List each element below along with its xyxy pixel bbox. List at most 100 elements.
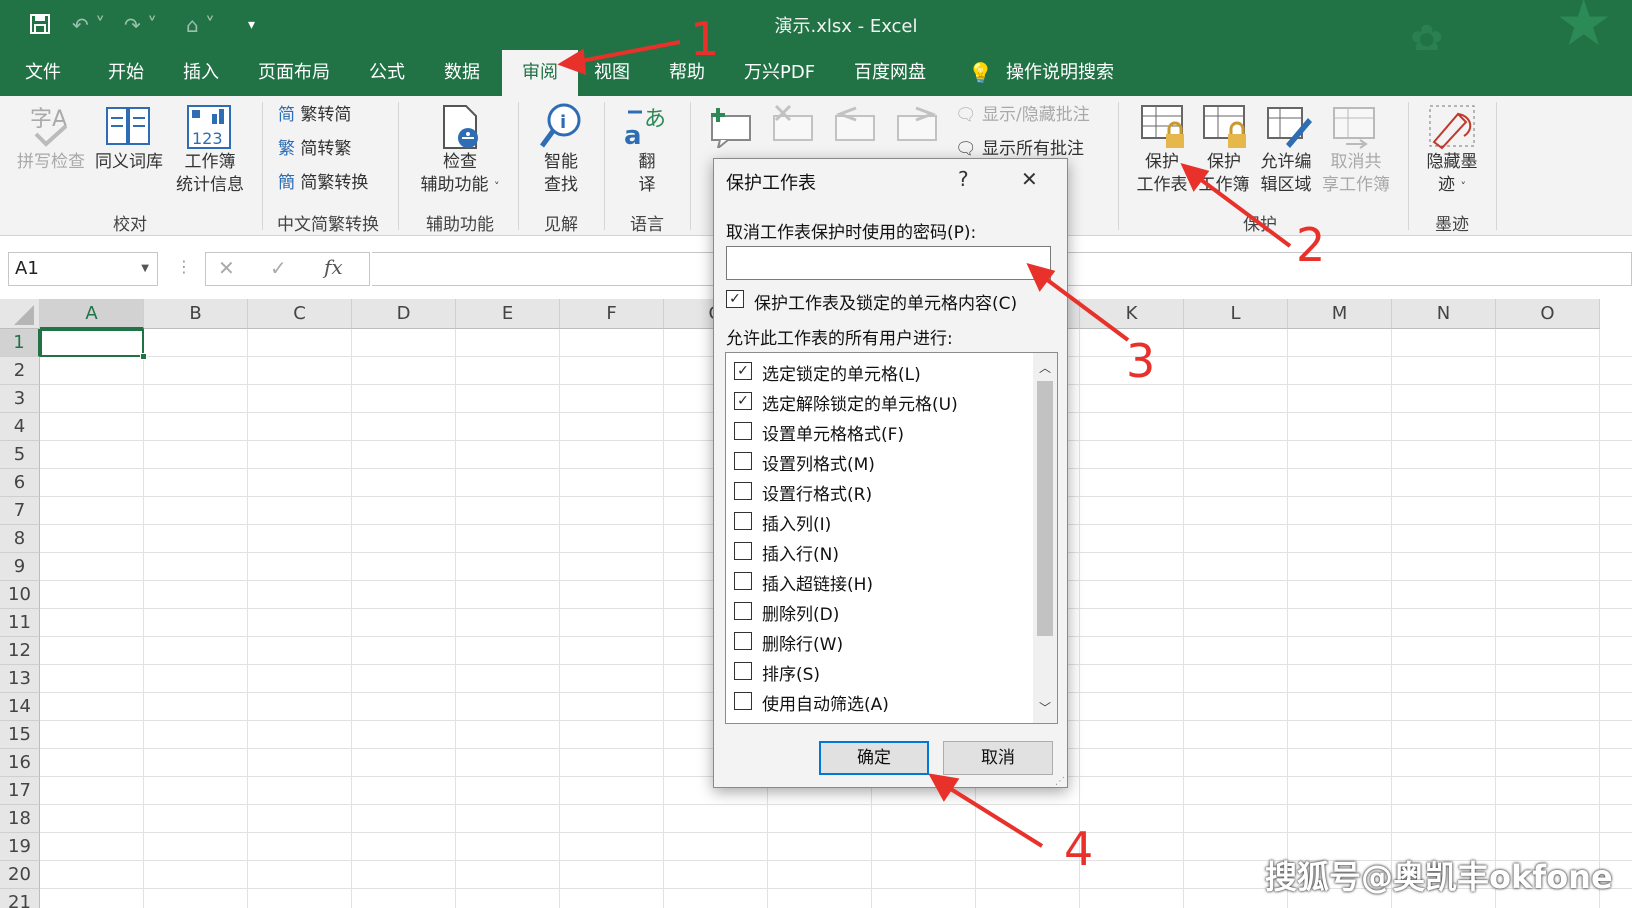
permission-item[interactable]: 设置列格式(M) [726, 447, 1026, 475]
next-comment-icon[interactable] [894, 104, 940, 152]
row-header-12[interactable]: 12 [0, 637, 40, 665]
permission-item[interactable]: 设置单元格格式(F) [726, 417, 1026, 445]
chevron-down-icon[interactable]: ▼ [141, 253, 149, 285]
permission-item[interactable]: 删除列(D) [726, 597, 1026, 625]
permission-checkbox[interactable] [734, 572, 752, 590]
previous-comment-icon[interactable] [832, 104, 878, 152]
hide-ink-label-2-wrap[interactable]: 迹 ˅ [1412, 174, 1492, 198]
chinese-convert-button[interactable]: 簡 简繁转换 [278, 172, 368, 194]
permission-checkbox[interactable] [734, 482, 752, 500]
to-simplified-button[interactable]: 简 繁转简 [278, 104, 351, 126]
permission-checkbox[interactable] [734, 542, 752, 560]
row-header-4[interactable]: 4 [0, 413, 40, 441]
permission-checkbox[interactable]: ✓ [734, 392, 752, 410]
scroll-up-icon[interactable]: ︿ [1033, 359, 1057, 376]
list-scrollbar[interactable]: ︿ ﹀ [1033, 353, 1057, 723]
row-header-17[interactable]: 17 [0, 777, 40, 805]
permission-checkbox[interactable] [734, 512, 752, 530]
column-header-m[interactable]: M [1288, 299, 1392, 329]
name-box[interactable]: A1 ▼ [8, 252, 158, 286]
delete-comment-icon[interactable] [770, 104, 816, 152]
permission-item[interactable]: ✓ 选定锁定的单元格(L) [726, 357, 1026, 385]
column-header-o[interactable]: O [1496, 299, 1600, 329]
permission-item[interactable]: 插入超链接(H) [726, 567, 1026, 595]
permission-checkbox[interactable] [734, 692, 752, 710]
row-header-11[interactable]: 11 [0, 609, 40, 637]
column-header-k[interactable]: K [1080, 299, 1184, 329]
row-header-7[interactable]: 7 [0, 497, 40, 525]
show-all-comments-button[interactable]: 🗨 显示所有批注 [955, 138, 1084, 160]
permission-checkbox[interactable] [734, 602, 752, 620]
check-accessibility-label-2[interactable]: 辅助功能 ˅ [410, 174, 510, 198]
unshare-workbook-label-2[interactable]: 享工作簿 [1314, 174, 1398, 196]
scroll-thumb[interactable] [1037, 381, 1053, 636]
new-comment-icon[interactable] [708, 104, 754, 152]
row-header-15[interactable]: 15 [0, 721, 40, 749]
thesaurus-button[interactable]: 同义词库 [92, 151, 166, 173]
allow-edit-ranges-label-1[interactable]: 允许编 [1248, 151, 1324, 173]
column-header-d[interactable]: D [352, 299, 456, 329]
fill-handle[interactable] [140, 353, 147, 360]
select-all-corner[interactable] [0, 299, 40, 329]
row-header-19[interactable]: 19 [0, 833, 40, 861]
tab-home[interactable]: 开始 [108, 50, 144, 96]
row-header-9[interactable]: 9 [0, 553, 40, 581]
permission-item[interactable]: 插入行(N) [726, 537, 1026, 565]
tab-formulas[interactable]: 公式 [369, 50, 405, 96]
check-accessibility-label-1[interactable]: 检查 [420, 151, 500, 173]
permissions-list[interactable]: ✓ 选定锁定的单元格(L) ✓ 选定解除锁定的单元格(U) 设置单元格格式(F) 设置列格… [725, 352, 1058, 724]
row-header-10[interactable]: 10 [0, 581, 40, 609]
tab-data[interactable]: 数据 [444, 50, 480, 96]
permission-checkbox[interactable] [734, 422, 752, 440]
workbook-stats-label-2[interactable]: 统计信息 [170, 174, 250, 196]
row-header-6[interactable]: 6 [0, 469, 40, 497]
row-header-13[interactable]: 13 [0, 665, 40, 693]
permission-item[interactable]: 使用自动筛选(A) [726, 687, 1026, 715]
enter-icon[interactable]: ✓ [270, 256, 287, 280]
unshare-workbook-label-1[interactable]: 取消共 [1314, 151, 1398, 173]
tab-baidu-netdisk[interactable]: 百度网盘 [854, 50, 926, 96]
allow-edit-ranges-label-2[interactable]: 辑区域 [1248, 174, 1324, 196]
hide-ink-label-1[interactable]: 隐藏墨 [1412, 151, 1492, 173]
permission-checkbox[interactable] [734, 452, 752, 470]
row-header-1[interactable]: 1 [0, 329, 40, 357]
column-header-n[interactable]: N [1392, 299, 1496, 329]
tab-file[interactable]: 文件 [25, 50, 61, 96]
row-header-20[interactable]: 20 [0, 861, 40, 889]
column-header-l[interactable]: L [1184, 299, 1288, 329]
show-hide-comment-button[interactable]: 🗨 显示/隐藏批注 [955, 104, 1090, 126]
row-header-2[interactable]: 2 [0, 357, 40, 385]
workbook-stats-label-1[interactable]: 工作簿 [170, 151, 250, 173]
spell-check-button[interactable]: 拼写检查 [14, 151, 88, 173]
column-header-a[interactable]: A [40, 299, 144, 329]
row-header-14[interactable]: 14 [0, 693, 40, 721]
tell-me-search[interactable]: 操作说明搜索 [1006, 50, 1114, 96]
cancel-icon[interactable]: ✕ [218, 256, 235, 280]
column-header-f[interactable]: F [560, 299, 664, 329]
row-header-8[interactable]: 8 [0, 525, 40, 553]
scroll-down-icon[interactable]: ﹀ [1033, 699, 1057, 716]
tab-wanxing-pdf[interactable]: 万兴PDF [744, 50, 815, 96]
column-header-c[interactable]: C [248, 299, 352, 329]
permission-checkbox[interactable] [734, 662, 752, 680]
row-header-16[interactable]: 16 [0, 749, 40, 777]
permission-item[interactable]: 插入列(I) [726, 507, 1026, 535]
column-header-e[interactable]: E [456, 299, 560, 329]
permission-checkbox[interactable]: ✓ [734, 362, 752, 380]
permission-item[interactable]: ✓ 选定解除锁定的单元格(U) [726, 387, 1026, 415]
row-header-21[interactable]: 21 [0, 889, 40, 908]
to-traditional-button[interactable]: 繁 简转繁 [278, 138, 351, 160]
close-icon[interactable]: ✕ [1021, 167, 1038, 191]
insert-function-icon[interactable]: fx [324, 255, 343, 279]
smart-lookup-label-1[interactable]: 智能 [526, 151, 596, 173]
tab-review[interactable]: 审阅 [502, 50, 578, 96]
tab-insert[interactable]: 插入 [183, 50, 219, 96]
cancel-button[interactable]: 取消 [943, 741, 1053, 775]
tab-page-layout[interactable]: 页面布局 [258, 50, 330, 96]
smart-lookup-label-2[interactable]: 查找 [526, 174, 596, 196]
translate-label-2[interactable]: 译 [612, 174, 682, 196]
active-cell-a1[interactable] [40, 329, 147, 360]
ok-button[interactable]: 确定 [819, 741, 929, 775]
permission-item[interactable]: 删除行(W) [726, 627, 1026, 655]
translate-label-1[interactable]: 翻 [612, 151, 682, 173]
